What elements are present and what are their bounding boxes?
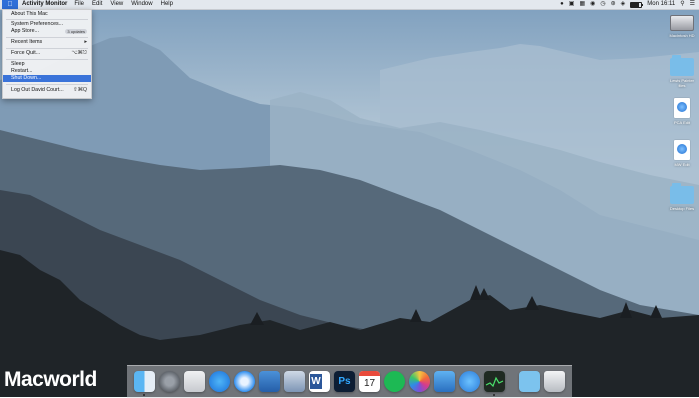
macworld-watermark: Macworld	[4, 368, 97, 391]
folder-icon	[670, 55, 694, 76]
spotify-icon[interactable]	[384, 371, 405, 392]
menu-item-shortcut: ⌥⌘⎋	[71, 50, 87, 56]
menu-item-sleep[interactable]: Sleep	[3, 61, 91, 68]
menu-separator	[6, 48, 88, 49]
menu-item-label: Log Out David Court...	[11, 87, 64, 93]
sync-icon[interactable]: ◉	[590, 0, 595, 9]
menu-item-label: Restart...	[11, 68, 33, 74]
menu-item-label: App Store...	[11, 28, 39, 34]
calendar-date: 17	[363, 378, 376, 389]
apple-menu-icon[interactable]: 	[2, 0, 18, 9]
desktop-icon-label: Macintosh HD	[669, 33, 695, 38]
menubar-clock[interactable]: Mon 16:11	[647, 0, 675, 9]
desktop-icon-label: Desktop Files	[669, 206, 695, 211]
desktop-icon-lewis-painter-files[interactable]: Lewis Painter files	[667, 55, 697, 88]
menu-file[interactable]: File	[74, 0, 84, 9]
word-icon[interactable]: W	[309, 371, 330, 392]
menu-separator	[6, 19, 88, 20]
running-indicator	[493, 394, 495, 396]
menu-item-label: Shut Down...	[11, 75, 42, 81]
menu-item-restart[interactable]: Restart...	[3, 68, 91, 75]
desktop-icon-label: PCA Edit	[673, 120, 690, 125]
photo-booth-icon[interactable]	[259, 371, 280, 392]
activity-monitor-icon[interactable]	[484, 371, 505, 392]
desktop-icon-label: MW Edit	[674, 162, 690, 167]
trash-icon[interactable]	[544, 371, 565, 392]
hard-drive-icon	[670, 15, 694, 31]
menu-item-force-quit[interactable]: Force Quit... ⌥⌘⎋	[3, 50, 91, 57]
battery-icon[interactable]	[630, 1, 644, 8]
finder-icon[interactable]	[134, 371, 155, 392]
menu-item-shut-down[interactable]: Shut Down...	[3, 75, 91, 82]
submenu-arrow-icon: ▸	[84, 39, 87, 45]
photos-icon[interactable]	[409, 371, 430, 392]
desktop-icon-pca-edit[interactable]: PCA Edit	[667, 98, 697, 125]
desktop-icon-desktop-files[interactable]: Desktop Files	[667, 183, 697, 211]
calendar-icon[interactable]: 17	[359, 371, 380, 392]
menu-item-label: Recent Items	[11, 39, 43, 45]
menu-item-label: Sleep	[11, 61, 25, 67]
status-area: ● ▣ ▦ ◉ ◷ ⊛ ◈ Mon 16:11 ⚲ ☰	[560, 0, 695, 9]
messages-icon[interactable]	[459, 371, 480, 392]
menu-item-system-preferences[interactable]: System Preferences...	[3, 21, 91, 28]
apple-menu-dropdown: About This Mac System Preferences... App…	[2, 9, 92, 99]
bluetooth-icon[interactable]: ⊛	[611, 0, 616, 9]
desktop-icon-macintosh-hd[interactable]: Macintosh HD	[667, 15, 697, 38]
updates-badge: 3 updates	[65, 29, 87, 34]
menu-view[interactable]: View	[110, 0, 123, 9]
screen-icon[interactable]: ▣	[569, 0, 575, 9]
app-store-icon[interactable]	[209, 371, 230, 392]
menu-separator	[6, 37, 88, 38]
desktop-icon-mw-edit[interactable]: MW Edit	[667, 140, 697, 167]
wifi-icon[interactable]: ◈	[621, 0, 626, 9]
safari-icon[interactable]	[234, 371, 255, 392]
menu-separator	[6, 59, 88, 60]
desktop-wallpaper	[0, 0, 699, 397]
notification-center-icon[interactable]: ☰	[690, 0, 695, 9]
document-icon	[674, 140, 690, 160]
document-icon	[674, 98, 690, 118]
menu-app-name[interactable]: Activity Monitor	[22, 0, 67, 9]
menu-item-label: About This Mac	[11, 11, 48, 17]
menu-item-label: Force Quit...	[11, 50, 41, 56]
spotlight-search-icon[interactable]: ⚲	[680, 0, 684, 9]
tweetbot-icon[interactable]	[434, 371, 455, 392]
system-preferences-icon[interactable]	[159, 371, 180, 392]
photoshop-icon[interactable]: Ps	[334, 371, 355, 392]
menu-bar:  Activity Monitor File Edit View Window…	[0, 0, 699, 10]
running-indicator	[143, 394, 145, 396]
menu-help[interactable]: Help	[161, 0, 173, 9]
preview-icon[interactable]	[284, 371, 305, 392]
downloads-stack-icon[interactable]	[519, 371, 540, 392]
menu-item-shortcut: ⇧⌘Q	[73, 87, 87, 93]
menu-window[interactable]: Window	[131, 0, 152, 9]
menu-item-about[interactable]: About This Mac	[3, 11, 91, 18]
menu-edit[interactable]: Edit	[92, 0, 102, 9]
folder-icon	[670, 183, 694, 204]
status-app-icon[interactable]: ●	[560, 0, 564, 9]
menu-item-app-store[interactable]: App Store... 3 updates	[3, 28, 91, 35]
desktop-icon-label: Lewis Painter files	[669, 78, 694, 88]
menu-item-recent-items[interactable]: Recent Items ▸	[3, 39, 91, 46]
menu-item-log-out[interactable]: Log Out David Court... ⇧⌘Q	[3, 87, 91, 94]
mail-icon[interactable]	[184, 371, 205, 392]
menu-item-label: System Preferences...	[11, 21, 64, 27]
dock: W Ps 17	[127, 365, 572, 398]
menu-separator	[6, 84, 88, 85]
timer-icon[interactable]: ◷	[600, 0, 605, 9]
cpu-meter-icon[interactable]: ▦	[579, 0, 585, 9]
